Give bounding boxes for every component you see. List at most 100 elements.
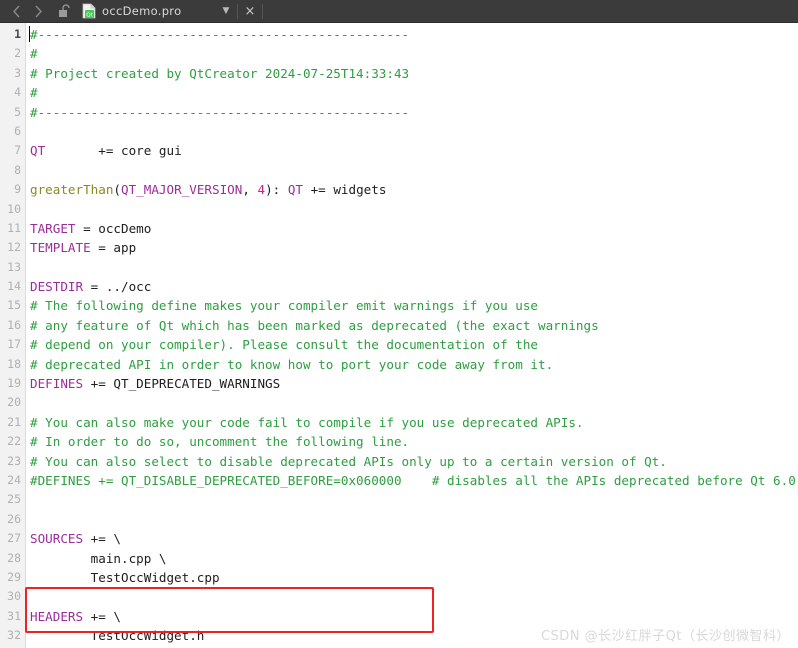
- code-token: ,: [242, 182, 257, 197]
- code-line[interactable]: [30, 490, 798, 509]
- code-token: # In order to do so, uncomment the follo…: [30, 434, 409, 449]
- code-line[interactable]: #---------------------------------------…: [30, 25, 798, 44]
- code-line[interactable]: #---------------------------------------…: [30, 103, 798, 122]
- code-line[interactable]: QT += core gui: [30, 141, 798, 160]
- line-number: 10: [0, 200, 25, 219]
- code-line[interactable]: [30, 200, 798, 219]
- code-line[interactable]: DESTDIR = ../occ: [30, 277, 798, 296]
- code-content-area[interactable]: #---------------------------------------…: [26, 23, 798, 648]
- code-line[interactable]: # deprecated API in order to know how to…: [30, 355, 798, 374]
- line-number: 2: [0, 44, 25, 63]
- chevron-right-icon[interactable]: [28, 1, 48, 21]
- line-number: 12: [0, 238, 25, 257]
- code-token: = ../occ: [83, 279, 151, 294]
- code-line[interactable]: [30, 161, 798, 180]
- line-number: 27: [0, 529, 25, 548]
- line-number: 26: [0, 510, 25, 529]
- line-number: 22: [0, 432, 25, 451]
- code-line[interactable]: main.cpp \: [30, 549, 798, 568]
- code-line[interactable]: TARGET = occDemo: [30, 219, 798, 238]
- code-token: QT: [30, 143, 45, 158]
- line-number: 8: [0, 161, 25, 180]
- code-token: HEADERS: [30, 609, 83, 624]
- code-token: += \: [83, 609, 121, 624]
- code-token: TEMPLATE: [30, 240, 91, 255]
- code-line[interactable]: # depend on your compiler). Please consu…: [30, 335, 798, 354]
- line-number: 30: [0, 587, 25, 606]
- text-cursor: [29, 26, 30, 42]
- code-token: # any feature of Qt which has been marke…: [30, 318, 599, 333]
- line-number: 14: [0, 277, 25, 296]
- code-token: #DEFINES += QT_DISABLE_DEPRECATED_BEFORE…: [30, 473, 798, 488]
- code-token: # depend on your compiler). Please consu…: [30, 337, 538, 352]
- code-line[interactable]: # In order to do so, uncomment the follo…: [30, 432, 798, 451]
- line-number: 11: [0, 219, 25, 238]
- code-editor[interactable]: 1234567891011121314151617181920212223242…: [0, 23, 798, 648]
- code-line[interactable]: # Project created by QtCreator 2024-07-2…: [30, 64, 798, 83]
- line-number: 31: [0, 607, 25, 626]
- line-number: 29: [0, 568, 25, 587]
- code-token: #---------------------------------------…: [30, 27, 409, 42]
- code-line[interactable]: greaterThan(QT_MAJOR_VERSION, 4): QT += …: [30, 180, 798, 199]
- code-token: TARGET: [30, 221, 76, 236]
- code-token: += widgets: [303, 182, 386, 197]
- code-line[interactable]: #: [30, 83, 798, 102]
- close-icon[interactable]: ×: [241, 5, 259, 18]
- line-number: 13: [0, 258, 25, 277]
- tab-controls: ▼ ×: [218, 0, 266, 22]
- line-number: 3: [0, 64, 25, 83]
- code-token: main.cpp \: [30, 551, 166, 566]
- unlocked-padlock-icon[interactable]: [54, 1, 74, 21]
- code-token: #---------------------------------------…: [30, 105, 409, 120]
- line-number: 23: [0, 452, 25, 471]
- code-line[interactable]: # You can also select to disable depreca…: [30, 452, 798, 471]
- line-number: 25: [0, 490, 25, 509]
- code-line[interactable]: HEADERS += \: [30, 607, 798, 626]
- code-token: # You can also make your code fail to co…: [30, 415, 584, 430]
- code-line[interactable]: TEMPLATE = app: [30, 238, 798, 257]
- file-name-label: occDemo.pro: [102, 4, 181, 18]
- code-line[interactable]: [30, 122, 798, 141]
- code-line[interactable]: # You can also make your code fail to co…: [30, 413, 798, 432]
- code-token: += \: [83, 531, 121, 546]
- code-token: QT: [288, 182, 303, 197]
- code-line[interactable]: # any feature of Qt which has been marke…: [30, 316, 798, 335]
- code-line[interactable]: [30, 510, 798, 529]
- code-token: (: [113, 182, 121, 197]
- qt-pro-file-icon: Qt: [82, 3, 96, 19]
- code-line[interactable]: SOURCES += \: [30, 529, 798, 548]
- code-token: ):: [265, 182, 288, 197]
- chevron-down-icon[interactable]: ▼: [218, 6, 234, 16]
- code-line[interactable]: [30, 258, 798, 277]
- code-token: # The following define makes your compil…: [30, 298, 538, 313]
- code-token: #: [30, 46, 38, 61]
- code-token: 4: [258, 182, 266, 197]
- line-number: 19: [0, 374, 25, 393]
- code-line[interactable]: #: [30, 44, 798, 63]
- chevron-left-icon[interactable]: [6, 1, 26, 21]
- code-line[interactable]: TestOccWidget.cpp: [30, 568, 798, 587]
- code-token: # Project created by QtCreator 2024-07-2…: [30, 66, 409, 81]
- code-line[interactable]: [30, 587, 798, 606]
- line-number: 4: [0, 83, 25, 102]
- code-token: += QT_DEPRECATED_WARNINGS: [83, 376, 280, 391]
- file-tab[interactable]: Qt occDemo.pro: [82, 3, 181, 19]
- line-number: 15: [0, 296, 25, 315]
- line-number: 7: [0, 141, 25, 160]
- line-number: 16: [0, 316, 25, 335]
- code-token: TestOccWidget.h: [30, 628, 204, 643]
- code-token: DESTDIR: [30, 279, 83, 294]
- code-token: #: [30, 85, 38, 100]
- code-line[interactable]: DEFINES += QT_DEPRECATED_WARNINGS: [30, 374, 798, 393]
- code-token: SOURCES: [30, 531, 83, 546]
- line-number: 9: [0, 180, 25, 199]
- svg-text:Qt: Qt: [86, 12, 93, 18]
- code-line[interactable]: #DEFINES += QT_DISABLE_DEPRECATED_BEFORE…: [30, 471, 798, 490]
- code-token: # You can also select to disable depreca…: [30, 454, 667, 469]
- code-line[interactable]: [30, 393, 798, 412]
- code-token: QT_MAJOR_VERSION: [121, 182, 242, 197]
- window-title-bar: Qt occDemo.pro ▼ ×: [0, 0, 798, 23]
- code-line[interactable]: # The following define makes your compil…: [30, 296, 798, 315]
- code-token: # deprecated API in order to know how to…: [30, 357, 553, 372]
- code-token: += core gui: [45, 143, 181, 158]
